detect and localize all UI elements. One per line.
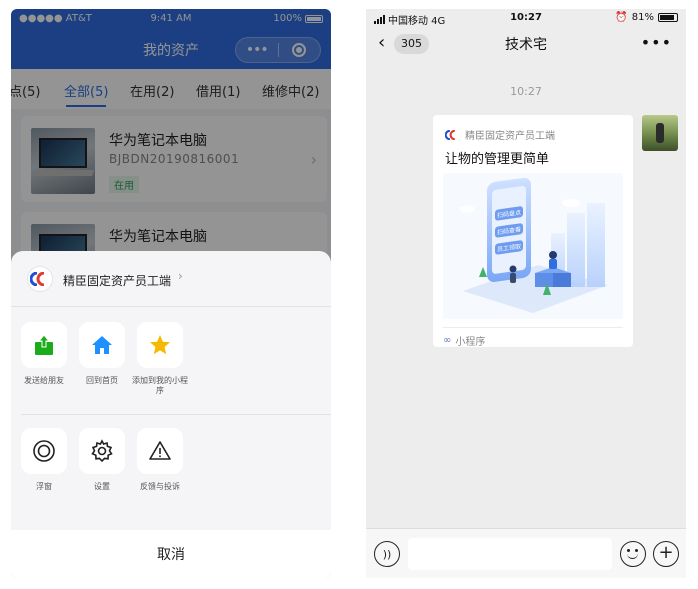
chat-title: 技术宅: [505, 37, 547, 53]
miniprogram-label: 小程序: [455, 337, 486, 348]
card-footer: ∞ 小程序: [443, 327, 623, 348]
plus-icon[interactable]: +: [653, 541, 679, 567]
share-to-friend-button[interactable]: 发送给朋友: [15, 322, 73, 386]
chevron-right-icon: ›: [178, 269, 183, 283]
warning-icon: [137, 428, 183, 474]
message-timestamp: 10:27: [510, 85, 542, 98]
chat-input-bar: )) +: [366, 528, 686, 578]
voice-input-icon[interactable]: )): [374, 541, 400, 567]
sheet-header[interactable]: 精臣固定资产员工端 ›: [11, 251, 331, 307]
card-source-name: 精臣固定资产员工端: [465, 131, 555, 142]
action-label: 回到首页: [86, 376, 118, 385]
cancel-button[interactable]: 取消: [11, 530, 331, 578]
right-phone-screen: 中国移动 4G 10:27 ⏰ 81% ‹ 305 技术宅 ••• 10:27 …: [366, 9, 686, 578]
alarm-icon: ⏰: [615, 12, 628, 23]
feedback-button[interactable]: 反馈与投诉: [131, 428, 189, 492]
sheet-divider: [21, 414, 331, 415]
more-options-icon[interactable]: •••: [641, 33, 672, 52]
action-label: 浮窗: [36, 482, 52, 491]
cancel-label: 取消: [157, 547, 185, 563]
float-window-icon: [21, 428, 67, 474]
add-to-my-miniprogram-button[interactable]: 添加到我的小程序: [131, 322, 189, 396]
action-label: 发送给朋友: [24, 376, 64, 385]
home-icon: [79, 322, 125, 368]
share-icon: [21, 322, 67, 368]
float-window-button[interactable]: 浮窗: [15, 428, 73, 492]
gear-icon: [79, 428, 125, 474]
miniprogram-share-card[interactable]: 精臣固定资产员工端 让物的管理更简单 扫码盘点 扫码查看 员工领取 ∞ 小程序: [433, 115, 633, 348]
avatar[interactable]: [642, 115, 678, 151]
star-icon: [137, 322, 183, 368]
message-input[interactable]: [408, 538, 612, 570]
battery-indicator: ⏰ 81%: [615, 12, 678, 23]
settings-button[interactable]: 设置: [73, 428, 131, 492]
back-to-home-button[interactable]: 回到首页: [73, 322, 131, 386]
app-name: 精臣固定资产员工端: [63, 274, 172, 288]
status-bar: 中国移动 4G 10:27 ⏰ 81%: [366, 9, 686, 29]
card-title: 让物的管理更简单: [445, 152, 550, 167]
action-label: 添加到我的小程序: [132, 376, 188, 395]
action-sheet: 精臣固定资产员工端 › 发送给朋友 回到首页 添加到我的小程序 浮窗 设置 反馈…: [11, 251, 331, 578]
action-label: 反馈与投诉: [140, 482, 180, 491]
link-icon: ∞: [443, 335, 452, 346]
emoji-icon[interactable]: [620, 541, 646, 567]
battery-percent: 81%: [631, 12, 654, 23]
app-logo-icon: [445, 129, 455, 140]
card-illustration: 扫码盘点 扫码查看 员工领取: [443, 173, 623, 319]
card-source: 精臣固定资产员工端: [445, 127, 555, 142]
app-logo-icon: [27, 266, 53, 292]
left-phone-screen: ●●●●● AT&T 9:41 AM 100% 我的资产 ••• 点(5) 全部…: [11, 9, 331, 578]
action-label: 设置: [94, 482, 110, 491]
chat-nav-bar: ‹ 305 技术宅 •••: [366, 29, 686, 59]
battery-icon: [658, 13, 678, 22]
